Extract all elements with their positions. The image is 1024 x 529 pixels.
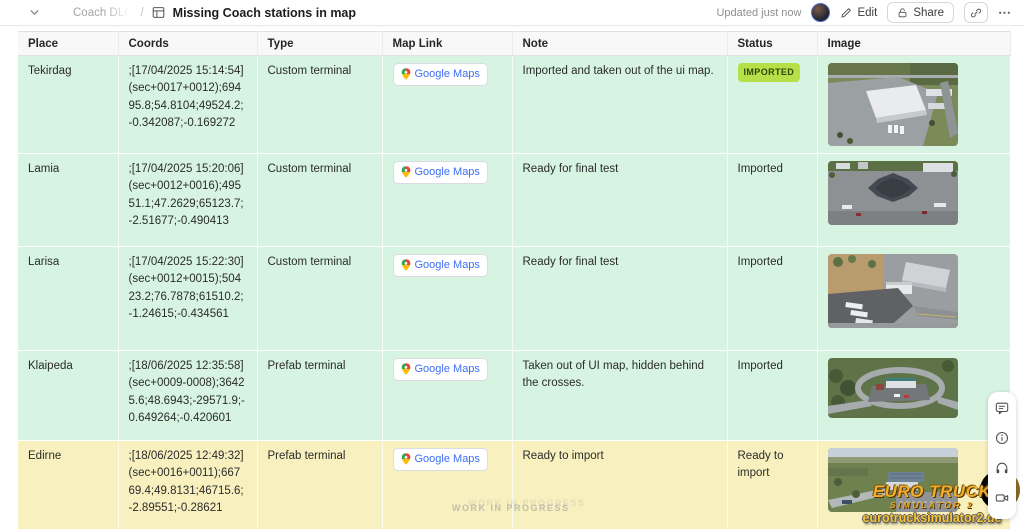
column-header-status: Status [727, 32, 817, 56]
cell-image [817, 154, 1010, 247]
terminal-image[interactable] [828, 161, 958, 225]
cell-coords: ;[17/04/2025 15:20:06] (sec+0012+0016);4… [118, 154, 257, 247]
google-maps-pin-icon [401, 166, 411, 178]
table-row: Lamia ;[17/04/2025 15:20:06] (sec+0012+0… [18, 154, 1010, 247]
cell-type: Custom terminal [257, 56, 382, 154]
cell-note: Ready for final test [512, 247, 727, 351]
chevron-down-icon[interactable] [28, 6, 41, 19]
column-header-image: Image [817, 32, 1010, 56]
cell-place: Klaipeda [18, 351, 118, 441]
cell-image [817, 56, 1010, 154]
terminal-image[interactable] [828, 358, 958, 418]
cell-place: Lamia [18, 154, 118, 247]
terminal-image[interactable] [828, 254, 958, 328]
terminal-image[interactable] [828, 63, 958, 146]
cell-note: Ready to import [512, 441, 727, 529]
cell-coords: ;[18/06/2025 12:35:58] (sec+0009-0008);3… [118, 351, 257, 441]
column-header-maplink: Map Link [382, 32, 512, 56]
breadcrumb-separator: / [140, 7, 143, 19]
copy-link-button[interactable] [964, 2, 988, 23]
cell-maplink: Google Maps [382, 441, 512, 529]
cell-maplink: Google Maps [382, 56, 512, 154]
table-row: Klaipeda ;[18/06/2025 12:35:58] (sec+000… [18, 351, 1010, 441]
google-maps-link[interactable]: Google Maps [393, 448, 488, 471]
breadcrumb-parent[interactable]: Coach DLC [73, 7, 132, 19]
cell-type: Prefab terminal [257, 351, 382, 441]
cell-note: Taken out of UI map, hidden behind the c… [512, 351, 727, 441]
info-icon[interactable] [995, 431, 1009, 450]
cell-type: Prefab terminal [257, 441, 382, 529]
cell-image [817, 351, 1010, 441]
cell-status: Imported [727, 154, 817, 247]
cell-coords: ;[17/04/2025 15:14:54] (sec+0017+0012);6… [118, 56, 257, 154]
cell-place: Edirne [18, 441, 118, 529]
page-title: Missing Coach stations in map [173, 6, 356, 20]
google-maps-link[interactable]: Google Maps [393, 161, 488, 184]
link-icon [970, 7, 982, 19]
google-maps-pin-icon [401, 259, 411, 271]
cell-image [817, 247, 1010, 351]
table-row: Tekirdag ;[17/04/2025 15:14:54] (sec+001… [18, 56, 1010, 154]
lock-icon [897, 7, 908, 19]
google-maps-pin-icon [401, 453, 411, 465]
breadcrumb: Coach DLC / Missing Coach stations in ma… [28, 6, 356, 20]
google-maps-pin-icon [401, 363, 411, 375]
column-header-coords: Coords [118, 32, 257, 56]
cell-place: Larisa [18, 247, 118, 351]
column-header-note: Note [512, 32, 727, 56]
stations-table: Place Coords Type Map Link Note Status I… [18, 31, 1011, 529]
top-bar: Coach DLC / Missing Coach stations in ma… [0, 0, 1024, 26]
edit-button[interactable]: Edit [840, 7, 877, 19]
cell-status: Imported [727, 351, 817, 441]
google-maps-link[interactable]: Google Maps [393, 358, 488, 381]
more-options-button[interactable]: ⋯ [998, 5, 1012, 21]
table-header-row: Place Coords Type Map Link Note Status I… [18, 32, 1010, 56]
updated-status: Updated just now [716, 7, 801, 19]
headphones-icon[interactable] [995, 461, 1009, 480]
floating-side-toolbar [988, 392, 1016, 519]
table-row: Larisa ;[17/04/2025 15:22:30] (sec+0012+… [18, 247, 1010, 351]
cell-maplink: Google Maps [382, 154, 512, 247]
avatar[interactable] [811, 3, 830, 22]
cell-status: Ready to import [727, 441, 817, 529]
google-maps-link[interactable]: Google Maps [393, 254, 488, 277]
top-bar-actions: Updated just now Edit Share ⋯ [716, 2, 1012, 23]
cell-place: Tekirdag [18, 56, 118, 154]
cell-coords: ;[17/04/2025 15:22:30] (sec+0012+0015);5… [118, 247, 257, 351]
work-in-progress-watermark: WORK IN PROGRESS [452, 503, 570, 513]
cell-note: Imported and taken out of the ui map. [512, 56, 727, 154]
comment-icon[interactable] [995, 401, 1009, 420]
cell-coords: ;[18/06/2025 12:49:32] (sec+0016+0011);6… [118, 441, 257, 529]
share-button[interactable]: Share [887, 2, 954, 23]
cell-maplink: Google Maps [382, 247, 512, 351]
pencil-icon [840, 7, 852, 19]
video-camera-icon[interactable] [995, 491, 1009, 510]
status-badge: IMPORTED [738, 63, 801, 82]
google-maps-link[interactable]: Google Maps [393, 63, 488, 86]
cell-note: Ready for final test [512, 154, 727, 247]
column-header-place: Place [18, 32, 118, 56]
google-maps-pin-icon [401, 68, 411, 80]
column-header-type: Type [257, 32, 382, 56]
cell-type: Custom terminal [257, 247, 382, 351]
cell-maplink: Google Maps [382, 351, 512, 441]
cell-status: IMPORTED [727, 56, 817, 154]
page-table-icon [152, 6, 165, 19]
cell-type: Custom terminal [257, 154, 382, 247]
cell-status: Imported [727, 247, 817, 351]
